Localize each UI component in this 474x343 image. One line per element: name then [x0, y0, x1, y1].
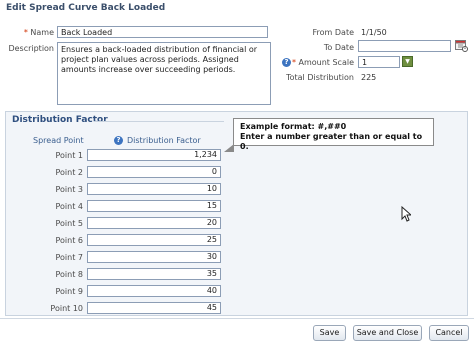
mouse-cursor-icon	[401, 205, 413, 224]
col-distribution-factor: Distribution Factor	[127, 136, 201, 145]
point-label: Point 1	[55, 151, 84, 160]
point-input[interactable]: 35	[87, 268, 221, 280]
point-label: Point 8	[55, 270, 84, 279]
required-marker: *	[291, 58, 296, 67]
save-button[interactable]: Save	[313, 325, 346, 341]
point-label: Point 9	[55, 287, 84, 296]
name-input-value: Back Loaded	[61, 28, 113, 37]
description-textarea[interactable]: Ensures a back-loaded distribution of fi…	[57, 42, 271, 105]
point-label: Point 7	[55, 253, 84, 262]
calendar-icon[interactable]	[455, 39, 468, 52]
from-date-label: From Date	[312, 28, 354, 37]
section-divider	[94, 121, 224, 122]
description-label: Description	[8, 44, 54, 53]
point-input[interactable]: 15	[87, 200, 221, 212]
point-label: Point 4	[55, 202, 84, 211]
name-label: * Name	[10, 28, 54, 37]
amount-scale-label-text: Amount Scale	[298, 58, 354, 67]
point-label: Point 6	[55, 236, 84, 245]
point-input[interactable]: 45	[87, 302, 221, 314]
to-date-input[interactable]	[358, 40, 451, 52]
required-marker: *	[23, 28, 28, 37]
point-input[interactable]: 0	[87, 166, 221, 178]
name-label-text: Name	[30, 28, 54, 37]
help-icon[interactable]: ?	[114, 136, 123, 145]
from-date-value: 1/1/50	[361, 28, 387, 37]
amount-scale-value: 1	[362, 58, 368, 67]
point-label: Point 3	[55, 185, 84, 194]
page-title: Edit Spread Curve Back Loaded	[6, 3, 166, 13]
format-tooltip: Example format: #,##0 Enter a number gre…	[233, 118, 434, 151]
name-input[interactable]: Back Loaded	[57, 26, 268, 38]
footer-divider	[0, 318, 474, 319]
point-input[interactable]: 40	[87, 285, 221, 297]
tooltip-line-1: Example format: #,##0	[240, 122, 347, 131]
tooltip-line-2: Enter a number greater than or equal to …	[240, 132, 423, 151]
point-input[interactable]: 10	[87, 183, 221, 195]
point-input[interactable]: 20	[87, 217, 221, 229]
total-distribution-value: 225	[361, 73, 377, 82]
col-spread-point: Spread Point	[33, 136, 84, 145]
point-label: Point 10	[50, 304, 83, 313]
point-input[interactable]: 30	[87, 251, 221, 263]
to-date-label: To Date	[323, 43, 354, 52]
description-value: Ensures a back-loaded distribution of fi…	[61, 45, 258, 74]
total-distribution-label: Total Distribution	[286, 73, 354, 82]
point-label: Point 5	[55, 219, 84, 228]
cancel-button[interactable]: Cancel	[429, 325, 469, 341]
point-input[interactable]: 25	[87, 234, 221, 246]
amount-scale-label: * Amount Scale	[290, 58, 354, 67]
section-title: Distribution Factor	[12, 115, 108, 125]
amount-scale-select[interactable]: 1	[358, 56, 400, 68]
save-and-close-button[interactable]: Save and Close	[353, 325, 422, 341]
point-input[interactable]: 1,234	[87, 149, 221, 161]
chevron-down-icon[interactable]: ▼	[402, 56, 413, 67]
point-label: Point 2	[55, 168, 84, 177]
